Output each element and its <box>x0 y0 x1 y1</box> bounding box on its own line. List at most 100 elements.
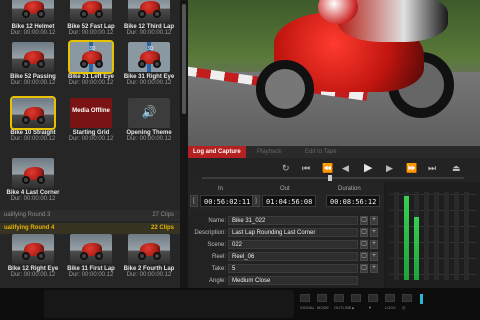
metadata-field[interactable]: Reel_06 <box>228 252 358 261</box>
clip-item[interactable]: Bike 4 Last Corner Dur: 00:00:00.12 <box>4 158 62 202</box>
metadata-row: Scene: 022 ▢ + <box>188 240 384 250</box>
pool-scrollbar[interactable] <box>182 4 186 114</box>
metadata-lock-icon[interactable]: ▢ <box>360 252 368 261</box>
metadata-field[interactable]: Last Lap Rounding Last Corner <box>228 228 358 237</box>
clip-thumbnail[interactable] <box>10 96 56 130</box>
clip-thumbnail[interactable] <box>70 234 112 264</box>
step-back-icon[interactable]: ◀ <box>342 163 349 174</box>
go-end-icon[interactable]: ⏭ <box>428 163 436 174</box>
tab-playback[interactable]: Playback <box>252 146 294 158</box>
metadata-lock-icon[interactable]: ▢ <box>360 240 368 249</box>
clip-item[interactable]: Bike 11 First Lap Dur: 00:00:00.12 <box>62 234 120 278</box>
metadata-label: Name: <box>208 218 226 224</box>
clip-item[interactable]: Bike 12 Third Lap Dur: 00:00:00.12 <box>120 0 178 36</box>
clip-item[interactable]: Bike 10 Straight Dur: 00:00:00.12 <box>4 96 62 142</box>
step-forward-icon[interactable]: ▶ <box>386 163 393 174</box>
clip-item[interactable]: Bike 12 Helmet Dur: 00:00:00.12 <box>4 0 62 36</box>
metadata-label: Angle: <box>208 278 226 284</box>
clip-thumbnail[interactable] <box>128 234 170 264</box>
wheel-icon <box>95 252 103 260</box>
clip-thumbnail[interactable] <box>12 0 54 22</box>
clip-thumbnail[interactable] <box>12 42 54 72</box>
wheel-icon <box>22 116 30 124</box>
tab-log-and-capture[interactable]: Log and Capture <box>188 146 246 158</box>
duration-label: Duration <box>338 186 361 192</box>
metadata-field[interactable]: Bike 31_022 <box>228 216 358 225</box>
fast-forward-icon[interactable]: ⏩ <box>406 163 417 174</box>
metadata-label: Reel: <box>211 254 226 260</box>
speaker-icon: 🔊 <box>141 105 157 119</box>
clip-item[interactable]: 3D Bike 31 Right Eye Dur: 00:00:00.12 <box>120 42 178 86</box>
wheel-icon <box>37 10 45 18</box>
clip-thumbnail[interactable]: 3D <box>68 40 114 74</box>
deck-key-label: ▲ <box>351 305 355 310</box>
audio-meter-channel <box>414 192 419 280</box>
clip-item[interactable]: Media Offline Starting Grid Dur: 00:00:00.… <box>62 98 120 142</box>
audio-meter-channel <box>424 192 429 280</box>
wheel-icon <box>37 60 45 68</box>
video-viewer[interactable] <box>188 0 480 146</box>
eject-icon[interactable]: ⏏ <box>452 163 461 174</box>
deck-key[interactable] <box>351 294 361 302</box>
metadata-lock-icon[interactable]: ▢ <box>360 228 368 237</box>
loop-icon[interactable]: ↻ <box>282 163 290 174</box>
deck-key-label: SIGNAL <box>300 305 315 310</box>
deck-key[interactable] <box>334 294 344 302</box>
deck-key[interactable] <box>317 294 327 302</box>
clip-duration: Dur: 00:00:00.12 <box>126 30 172 36</box>
mark-out-button[interactable]: ] <box>252 195 260 207</box>
metadata-lock-icon[interactable]: ▢ <box>360 264 368 273</box>
deck-panel <box>44 290 294 318</box>
metadata-increment-icon[interactable]: + <box>370 252 378 261</box>
wheel-icon <box>22 60 30 68</box>
metadata-increment-icon[interactable]: + <box>370 216 378 225</box>
clip-thumbnail[interactable] <box>128 0 170 22</box>
clip-item[interactable]: Bike 52 Fast Lap Dur: 00:00:00.12 <box>62 0 120 36</box>
wheel-icon <box>153 10 161 18</box>
clip-thumbnail[interactable] <box>12 158 54 188</box>
clip-thumbnail[interactable]: 🔊 <box>128 98 170 128</box>
playhead[interactable] <box>328 175 332 181</box>
out-label: Out <box>280 186 290 192</box>
audio-meter-channel <box>434 192 439 280</box>
clip-thumbnail[interactable] <box>12 234 54 264</box>
tab-edit-to-tape[interactable]: Edit to Tape <box>300 146 350 158</box>
bin-header-round-3[interactable]: ualifying Round 3 27 Clips <box>0 210 180 221</box>
metadata-field[interactable]: Medium Close <box>228 276 358 285</box>
wheel-icon <box>22 10 30 18</box>
in-timecode[interactable]: 00:56:02:11 <box>200 195 255 207</box>
bin-clip-count: 27 Clips <box>152 212 174 218</box>
deck-key[interactable] <box>368 294 378 302</box>
metadata-increment-icon[interactable]: + <box>370 240 378 249</box>
deck-key[interactable] <box>402 294 412 302</box>
clip-item[interactable]: Bike 2 Fourth Lap Dur: 00:00:00.12 <box>120 234 178 278</box>
metadata-row: Reel: Reel_06 ▢ + <box>188 252 384 262</box>
clip-thumbnail[interactable] <box>70 0 112 22</box>
clip-item[interactable]: Bike 12 Right Eye Dur: 00:00:00.12 <box>4 234 62 278</box>
deck-key[interactable] <box>385 294 395 302</box>
bin-header-round-4[interactable]: ualifying Round 4 22 Clips <box>0 223 180 234</box>
clip-item[interactable]: 🔊 Opening Theme Dur: 00:00:00.12 <box>120 98 178 142</box>
metadata-lock-icon[interactable]: ▢ <box>360 216 368 225</box>
metadata-increment-icon[interactable]: + <box>370 228 378 237</box>
deck-key[interactable] <box>300 294 310 302</box>
metadata-field[interactable]: 022 <box>228 240 358 249</box>
clip-item[interactable]: 3D Bike 31 Left Eye Dur: 00:00:00.12 <box>62 40 120 86</box>
clip-thumbnail[interactable]: Media Offline <box>70 98 112 128</box>
play-icon[interactable]: ▶ <box>364 161 372 174</box>
rewind-icon[interactable]: ⏪ <box>322 163 333 174</box>
clip-duration: Dur: 00:00:00.12 <box>126 80 172 86</box>
out-timecode[interactable]: 01:04:56:08 <box>262 195 317 207</box>
mark-in-button[interactable]: [ <box>190 195 198 207</box>
metadata-field[interactable]: 5 <box>228 264 358 273</box>
clip-item[interactable]: Bike 52 Passing Dur: 00:00:00.12 <box>4 42 62 86</box>
clip-metadata: Name: Bike 31_022 ▢ + Description: Last Lap R… <box>188 212 384 288</box>
audio-meter-fill <box>414 216 419 280</box>
metadata-increment-icon[interactable]: + <box>370 264 378 273</box>
audio-meter-channel <box>464 192 469 280</box>
scrub-bar[interactable] <box>202 177 464 179</box>
clip-duration: Dur: 00:00:00.12 <box>126 136 172 142</box>
clip-thumbnail[interactable]: 3D <box>128 42 170 72</box>
mode-tabs: Log and Capture Playback Edit to Tape <box>188 146 480 158</box>
go-start-icon[interactable]: ⏮ <box>302 163 310 174</box>
